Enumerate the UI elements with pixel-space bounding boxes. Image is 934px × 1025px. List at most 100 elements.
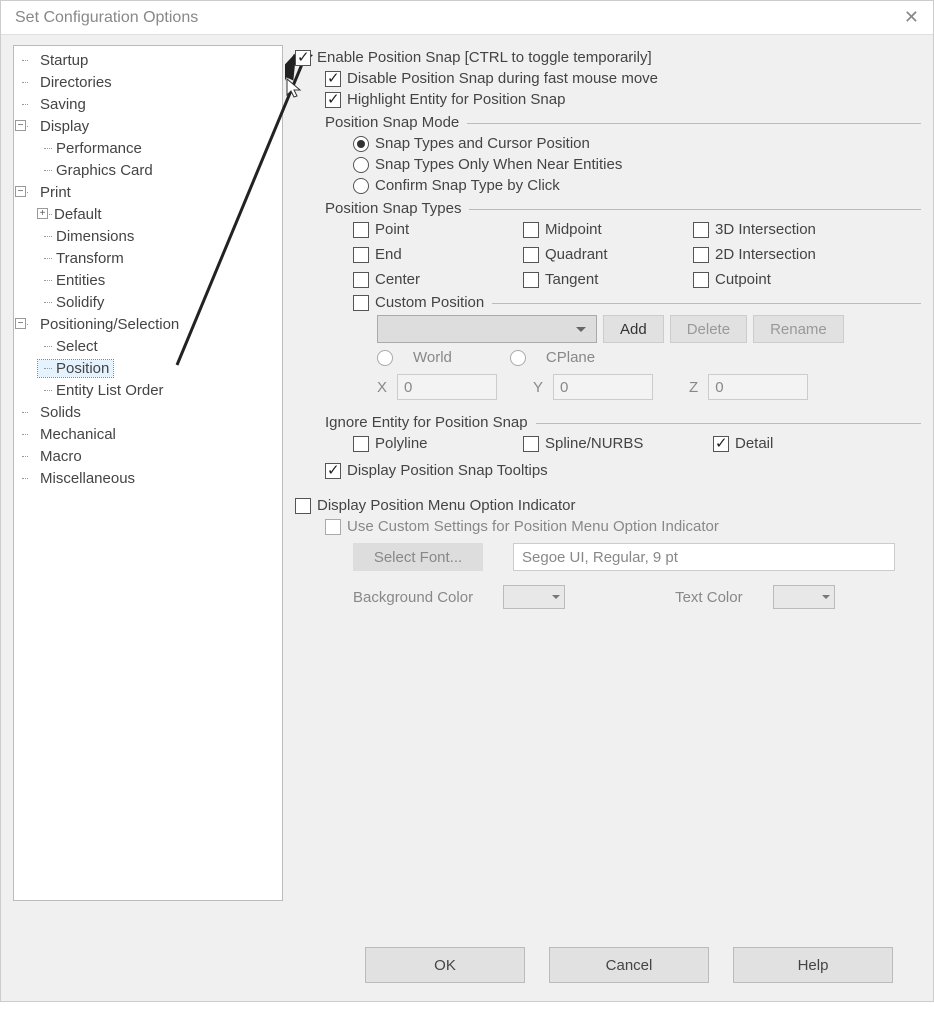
tree-item[interactable]: Directories [16, 72, 280, 94]
tree-item-label[interactable]: Solidify [38, 294, 104, 311]
tree-item-label[interactable]: Performance [38, 140, 142, 157]
tree-item[interactable]: +Default [38, 204, 280, 226]
category-tree[interactable]: StartupDirectoriesSaving−DisplayPerforma… [16, 50, 280, 490]
disable-fast-checkbox[interactable] [325, 71, 341, 87]
tooltips-checkbox[interactable] [325, 463, 341, 479]
tree-item-label[interactable]: Entity List Order [38, 382, 164, 399]
menu-indicator-checkbox[interactable] [295, 498, 311, 514]
tree-item[interactable]: Graphics Card [38, 160, 280, 182]
enable-snap-checkbox[interactable] [295, 50, 311, 66]
collapse-icon[interactable]: − [15, 120, 26, 131]
tree-item[interactable]: Solidify [38, 292, 280, 314]
tooltips-row: Display Position Snap Tooltips [325, 462, 921, 479]
tree-item[interactable]: Miscellaneous [16, 468, 280, 490]
mode1-label: Snap Types and Cursor Position [375, 135, 590, 152]
tree-item-label[interactable]: Select [38, 338, 98, 355]
use-custom-label: Use Custom Settings for Position Menu Op… [347, 518, 719, 535]
ignore-detail-checkbox[interactable] [713, 436, 729, 452]
tree-item[interactable]: Entities [38, 270, 280, 292]
tree-item[interactable]: Solids [16, 402, 280, 424]
divider [492, 303, 921, 304]
z-input: 0 [708, 374, 808, 400]
config-options-dialog: Set Configuration Options ✕ Startup Direc… [0, 0, 934, 1002]
tangent-checkbox[interactable] [523, 272, 539, 288]
tree-item-label[interactable]: Entities [38, 272, 105, 289]
tree-item-label[interactable]: Dimensions [38, 228, 134, 245]
tree-item[interactable]: Dimensions [38, 226, 280, 248]
quadrant-label: Quadrant [545, 246, 608, 263]
tree-item[interactable]: Transform [38, 248, 280, 270]
tree-item-label[interactable]: Positioning/Selection [22, 316, 179, 333]
tree-item[interactable]: −Print +Default Dimensions Transform Entitie… [16, 182, 280, 314]
midpoint-checkbox[interactable] [523, 222, 539, 238]
help-button[interactable]: Help [733, 947, 893, 983]
tree-item[interactable]: Entity List Order [38, 380, 280, 402]
ignore-spline-label: Spline/NURBS [545, 435, 643, 452]
collapse-icon[interactable]: − [15, 186, 26, 197]
ignore-polyline-checkbox[interactable] [353, 436, 369, 452]
menu-indicator-label: Display Position Menu Option Indicator [317, 497, 575, 514]
font-display: Segoe UI, Regular, 9 pt [513, 543, 895, 571]
mode2-radio[interactable] [353, 157, 369, 173]
3d-intersection-checkbox[interactable] [693, 222, 709, 238]
tree-item-label[interactable]: Solids [22, 404, 81, 421]
cancel-button[interactable]: Cancel [549, 947, 709, 983]
mode1-radio[interactable] [353, 136, 369, 152]
rename-button[interactable]: Rename [753, 315, 844, 343]
snap-types-grid: Point Midpoint 3D Intersection End Quadr… [353, 221, 921, 288]
midpoint-label: Midpoint [545, 221, 602, 238]
tree-item-label[interactable]: Startup [22, 52, 88, 69]
types-header: Position Snap Types [325, 200, 921, 217]
cutpoint-checkbox[interactable] [693, 272, 709, 288]
3d-intersection-label: 3D Intersection [715, 221, 816, 238]
ok-button[interactable]: OK [365, 947, 525, 983]
tree-item-label[interactable]: Saving [22, 96, 86, 113]
tree-item-label[interactable]: Position [38, 360, 113, 377]
tree-item[interactable]: Startup [16, 50, 280, 72]
2d-intersection-checkbox[interactable] [693, 247, 709, 263]
quadrant-checkbox[interactable] [523, 247, 539, 263]
tree-item-label[interactable]: Mechanical [22, 426, 116, 443]
end-checkbox[interactable] [353, 247, 369, 263]
tree-item[interactable]: Performance [38, 138, 280, 160]
custom-position-combo[interactable] [377, 315, 597, 343]
tree-item-label[interactable]: Macro [22, 448, 82, 465]
tree-item-label[interactable]: Display [22, 118, 89, 135]
tree-item-label[interactable]: Print [22, 184, 71, 201]
divider [469, 209, 921, 210]
tree-item[interactable]: Position [38, 358, 280, 380]
delete-button[interactable]: Delete [670, 315, 747, 343]
disable-fast-label: Disable Position Snap during fast mouse … [347, 70, 658, 87]
tree-item[interactable]: −Display Performance Graphics Card [16, 116, 280, 182]
tree-item[interactable]: Saving [16, 94, 280, 116]
tree-item-label[interactable]: Graphics Card [38, 162, 153, 179]
ignore-detail-label: Detail [735, 435, 773, 452]
ignore-spline-checkbox[interactable] [523, 436, 539, 452]
add-button[interactable]: Add [603, 315, 664, 343]
cursor-icon [285, 77, 305, 101]
custom-position-checkbox[interactable] [353, 295, 369, 311]
window-title: Set Configuration Options [15, 9, 198, 27]
center-checkbox[interactable] [353, 272, 369, 288]
cplane-label: CPlane [546, 349, 595, 366]
menu-indicator-row: Display Position Menu Option Indicator [295, 497, 921, 514]
mode3-label: Confirm Snap Type by Click [375, 177, 560, 194]
point-checkbox[interactable] [353, 222, 369, 238]
cutpoint-label: Cutpoint [715, 271, 771, 288]
expand-icon[interactable]: + [37, 208, 48, 219]
tree-item-label[interactable]: Transform [38, 250, 124, 267]
tree-item-label[interactable]: Directories [22, 74, 112, 91]
highlight-checkbox[interactable] [325, 92, 341, 108]
ignore-polyline-label: Polyline [375, 435, 428, 452]
mode3-radio[interactable] [353, 178, 369, 194]
tree-item[interactable]: Macro [16, 446, 280, 468]
tree-item-label[interactable]: Miscellaneous [22, 470, 135, 487]
enable-snap-row: Enable Position Snap [CTRL to toggle tem… [295, 49, 921, 66]
tree-item[interactable]: −Positioning/Selection Select Position Enti… [16, 314, 280, 402]
world-radio [377, 350, 393, 366]
close-icon[interactable]: ✕ [904, 7, 919, 28]
x-label: X [377, 379, 387, 396]
collapse-icon[interactable]: − [15, 318, 26, 329]
tree-item[interactable]: Select [38, 336, 280, 358]
tree-item[interactable]: Mechanical [16, 424, 280, 446]
